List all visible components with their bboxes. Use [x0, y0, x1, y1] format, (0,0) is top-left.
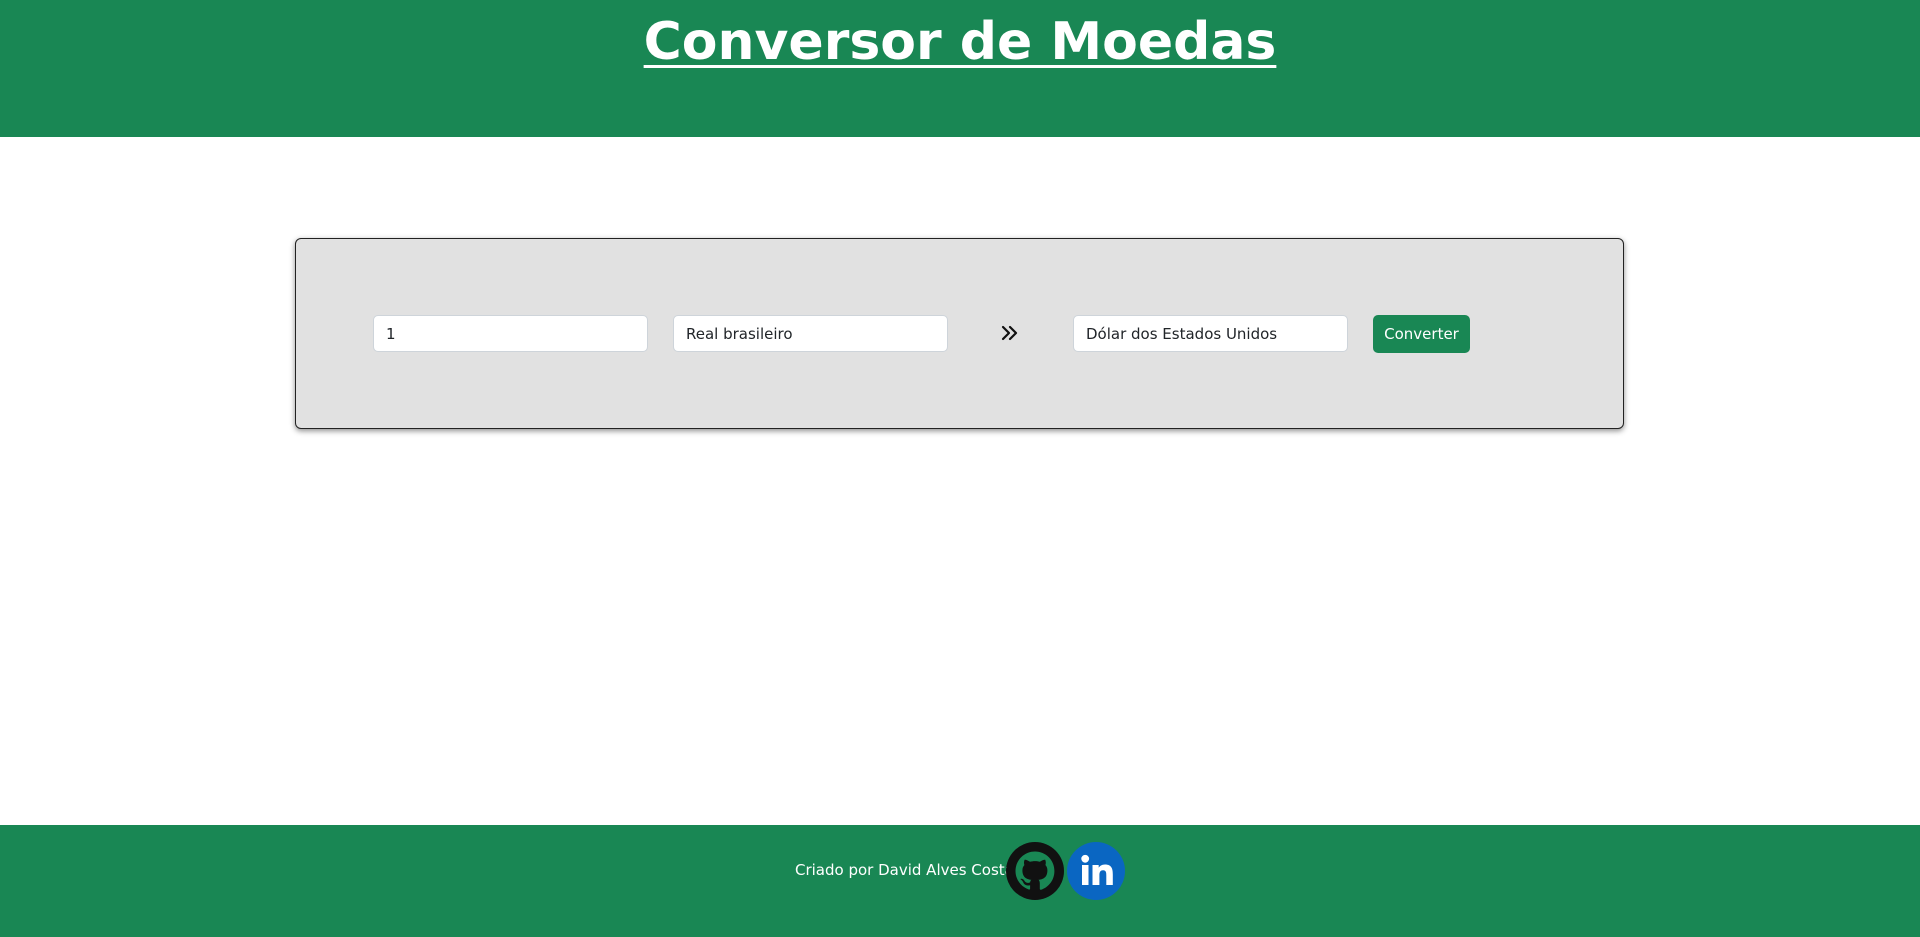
footer-credit: Criado por David Alves Costa	[795, 861, 1014, 879]
double-chevron-right-icon	[998, 318, 1022, 348]
convert-button[interactable]: Converter	[1373, 315, 1470, 353]
amount-input[interactable]	[373, 315, 648, 352]
github-icon[interactable]	[1006, 842, 1064, 900]
page-header: Conversor de Moedas	[0, 0, 1920, 137]
linkedin-icon[interactable]	[1067, 842, 1125, 900]
page-title: Conversor de Moedas	[643, 12, 1277, 72]
from-currency-input[interactable]	[673, 315, 948, 352]
to-currency-input[interactable]	[1073, 315, 1348, 352]
page-footer	[0, 825, 1920, 937]
